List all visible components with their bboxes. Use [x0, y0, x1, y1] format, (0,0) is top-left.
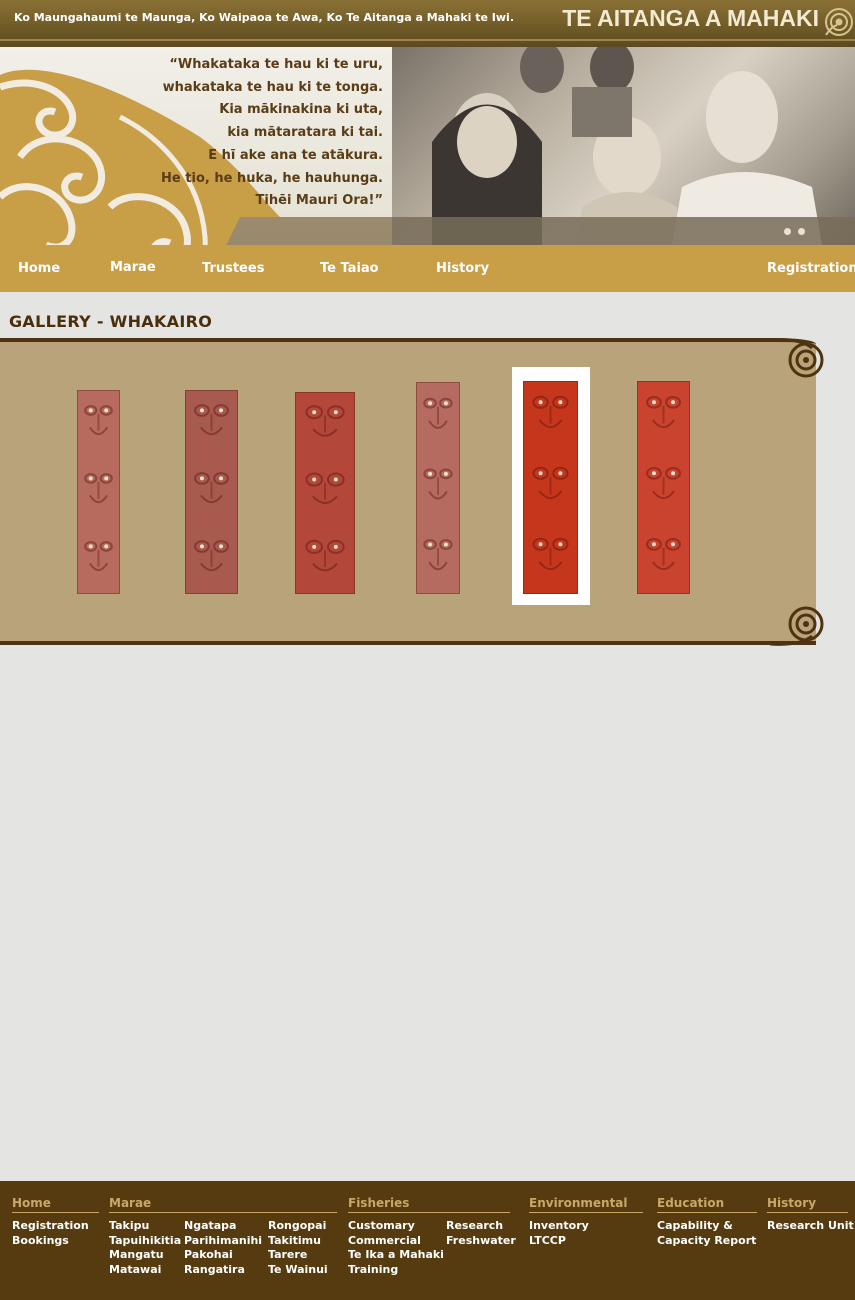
footer-link[interactable]: Matawai: [109, 1263, 181, 1278]
nav-home[interactable]: Home: [18, 261, 60, 276]
footer-col-environmental: Environmental Inventory LTCCP: [529, 1196, 643, 1248]
footer-link[interactable]: LTCCP: [529, 1234, 643, 1249]
gallery-thumbnail-selected[interactable]: [523, 381, 578, 594]
nav-registration[interactable]: Registration: [767, 261, 855, 276]
footer-link[interactable]: Te Wainui: [268, 1263, 328, 1278]
footer-link-group: Ngatapa Parihimanihi Pakohai Rangatira: [184, 1219, 262, 1277]
nav-trustees[interactable]: Trustees: [202, 261, 264, 276]
footer-col-fisheries: Fisheries Customary Commercial Te Ika a …: [348, 1196, 516, 1279]
gallery-thumbnail[interactable]: [295, 392, 355, 594]
nav-marae[interactable]: Marae: [110, 260, 156, 275]
top-header-bar: Ko Maungahaumi te Maunga, Ko Waipaoa te …: [0, 0, 855, 47]
footer-links: Capability & Capacity Report: [657, 1219, 757, 1248]
footer-links: Research Unit: [767, 1219, 854, 1234]
footer-col-education: Education Capability & Capacity Report: [657, 1196, 757, 1248]
footer-link[interactable]: Tarere: [268, 1248, 328, 1263]
carving-image: [637, 381, 690, 594]
footer-link[interactable]: Registration: [12, 1219, 99, 1234]
carving-image: [185, 390, 238, 594]
gallery-thumbnail[interactable]: [185, 390, 238, 594]
proverb-line: Tihēi Mauri Ora!”: [255, 193, 383, 209]
proverb-line: E hī ake ana te atākura.: [208, 147, 383, 163]
footer-link[interactable]: Capability &: [657, 1219, 757, 1234]
footer-link[interactable]: Mangatu: [109, 1248, 181, 1263]
footer-link[interactable]: Customary: [348, 1219, 444, 1234]
elders-group-photo: [392, 47, 855, 245]
carving-image: [523, 381, 578, 594]
hero-banner: “Whakataka te hau ki te uru, whakataka t…: [0, 47, 855, 245]
footer-link[interactable]: Rongopai: [268, 1219, 328, 1234]
footer-link[interactable]: Parihimanihi: [184, 1234, 262, 1249]
footer-link[interactable]: Bookings: [12, 1234, 99, 1249]
footer-heading-home[interactable]: Home: [12, 1196, 99, 1213]
footer-link[interactable]: Ngatapa: [184, 1219, 262, 1234]
footer-link[interactable]: Tapuihikitia: [109, 1234, 181, 1249]
footer-link-group: Research Freshwater: [446, 1219, 516, 1248]
footer-heading-marae[interactable]: Marae: [109, 1196, 337, 1213]
footer-col-marae: Marae Takipu Tapuihikitia Mangatu Matawa…: [109, 1196, 337, 1279]
gallery-thumbnail[interactable]: [637, 381, 690, 594]
proverb-text: “Whakataka te hau ki te uru, whakataka t…: [161, 54, 383, 213]
page-title: GALLERY - WHAKAIRO: [9, 312, 213, 331]
carving-image: [77, 390, 120, 594]
nav-te-taiao[interactable]: Te Taiao: [320, 261, 379, 276]
footer-link[interactable]: Rangatira: [184, 1263, 262, 1278]
proverb-line: kia mātaratara ki tai.: [227, 125, 383, 141]
gallery-thumbnail[interactable]: [77, 390, 120, 594]
footer-link-group: Rongopai Takitimu Tarere Te Wainui: [268, 1219, 328, 1277]
proverb-line: He tio, he huka, he hauhunga.: [161, 170, 383, 186]
koru-swirl-bottom-icon: [770, 606, 824, 646]
footer-link[interactable]: Takipu: [109, 1219, 181, 1234]
footer-link[interactable]: Commercial: [348, 1234, 444, 1249]
footer-link[interactable]: Research Unit: [767, 1219, 854, 1234]
photo-figures: [432, 47, 822, 245]
footer-links: Inventory LTCCP: [529, 1219, 643, 1248]
footer-heading-fisheries[interactable]: Fisheries: [348, 1196, 510, 1213]
footer-link[interactable]: Takitimu: [268, 1234, 328, 1249]
site-footer: Home Registration Bookings Marae Takipu …: [0, 1181, 855, 1300]
footer-links: Registration Bookings: [12, 1219, 99, 1248]
slide-indicator-dot[interactable]: [798, 228, 805, 235]
koru-fern-icon: [825, 8, 853, 36]
footer-links: Customary Commercial Te Ika a Mahaki Tra…: [348, 1219, 516, 1279]
footer-links: Takipu Tapuihikitia Mangatu Matawai Ngat…: [109, 1219, 337, 1279]
footer-link[interactable]: Training: [348, 1263, 444, 1278]
proverb-line: Kia mākinakina ki uta,: [219, 102, 383, 118]
carving-image: [416, 382, 460, 594]
footer-heading-history[interactable]: History: [767, 1196, 848, 1213]
proverb-line: “Whakataka te hau ki te uru,: [169, 57, 383, 72]
gallery-strip: [0, 338, 816, 645]
gallery-thumbnail[interactable]: [416, 382, 460, 594]
nav-history[interactable]: History: [436, 261, 489, 276]
slide-indicator-dot[interactable]: [784, 228, 791, 235]
footer-col-history: History Research Unit: [767, 1196, 854, 1234]
footer-heading-education[interactable]: Education: [657, 1196, 757, 1213]
main-navigation: Home Marae Trustees Te Taiao History Reg…: [0, 245, 855, 292]
site-brand-title[interactable]: TE AITANGA A MAHAKI: [562, 5, 819, 32]
koru-swirl-top-icon: [770, 338, 824, 378]
footer-heading-environmental[interactable]: Environmental: [529, 1196, 643, 1213]
footer-col-home: Home Registration Bookings: [12, 1196, 99, 1248]
footer-link-group: Takipu Tapuihikitia Mangatu Matawai: [109, 1219, 181, 1277]
footer-link[interactable]: Capacity Report: [657, 1234, 757, 1249]
footer-link[interactable]: Te Ika a Mahaki: [348, 1248, 444, 1263]
proverb-line: whakataka te hau ki te tonga.: [162, 79, 383, 95]
carving-image: [295, 392, 355, 594]
footer-link[interactable]: Research: [446, 1219, 516, 1234]
footer-link-group: Customary Commercial Te Ika a Mahaki Tra…: [348, 1219, 444, 1277]
footer-link[interactable]: Freshwater: [446, 1234, 516, 1249]
iwi-tagline: Ko Maungahaumi te Maunga, Ko Waipaoa te …: [14, 11, 515, 24]
footer-link[interactable]: Pakohai: [184, 1248, 262, 1263]
footer-link[interactable]: Inventory: [529, 1219, 643, 1234]
